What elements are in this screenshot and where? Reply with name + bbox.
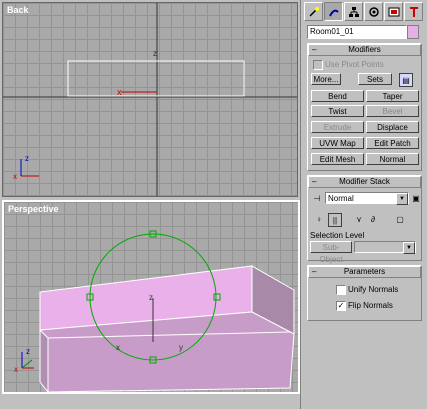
collapse-icon: – [312, 177, 317, 186]
perspective-viewport[interactable]: Perspective z y x x z [2, 200, 300, 394]
parameters-rollout: – Parameters Unify Normals ✓ Flip Normal… [307, 265, 422, 321]
flip-normals-checkbox[interactable]: ✓ [336, 301, 346, 311]
back-viewport-overlay: x z x z [3, 3, 297, 196]
back-tripod-z-label: z [25, 154, 29, 163]
configure-button-sets-icon[interactable]: ▤ [399, 73, 413, 87]
utilities-icon [409, 6, 418, 17]
parameters-rollout-title: Parameters [343, 267, 386, 276]
modifiers-rollout: – Modifiers Use Pivot Points More... Set… [307, 43, 422, 171]
selection-level-label: Selection Level [310, 231, 365, 240]
back-viewport[interactable]: Back x z x z [2, 2, 298, 197]
modifiers-rollout-header[interactable]: – Modifiers [308, 44, 421, 56]
more-button[interactable]: More... [311, 73, 341, 85]
pivot-x-label: x [116, 343, 120, 352]
edit-stack-icon[interactable]: ▢ [394, 213, 406, 225]
back-x-marker: x [117, 87, 122, 97]
modifier-stack-rollout-title: Modifier Stack [339, 177, 390, 186]
display-icon [388, 7, 399, 16]
sub-object-button[interactable]: Sub-Object [310, 241, 352, 264]
command-panel: Room01_01 – Modifiers Use Pivot Points M… [300, 0, 427, 409]
back-tripod-x-label: x [13, 172, 17, 181]
perspective-viewport-overlay: z y x x z [14, 230, 295, 392]
modifier-button-edit-mesh[interactable]: Edit Mesh [311, 153, 364, 165]
modifier-button-normal[interactable]: Normal [366, 153, 419, 165]
modifier-button-displace[interactable]: Displace [366, 121, 419, 133]
unify-normals-checkbox[interactable] [336, 285, 346, 295]
pin-stack-icon[interactable]: ⊣ [311, 192, 323, 204]
collapse-icon: – [312, 267, 317, 276]
collapse-icon: – [312, 45, 317, 54]
pivot-z-label: z [149, 293, 153, 302]
room-box-outline [67, 60, 245, 97]
stack-view-icon[interactable]: ▣ [410, 192, 422, 204]
modifier-stack-current: Normal [328, 194, 354, 203]
create-icon [308, 6, 319, 17]
modifier-button-taper[interactable]: Taper [366, 90, 419, 102]
use-pivot-points-checkbox[interactable] [313, 60, 323, 70]
room-left-wall [39, 328, 49, 392]
object-color-swatch[interactable] [407, 25, 419, 39]
modifier-button-extrude[interactable]: Extrude [311, 121, 364, 133]
modifier-button-bend[interactable]: Bend [311, 90, 364, 102]
remove-modifier-icon[interactable]: ∂ [367, 213, 379, 225]
hierarchy-tab[interactable] [344, 2, 363, 21]
pivot-y-label: y [179, 343, 183, 352]
show-end-result-icon[interactable]: || [328, 213, 342, 227]
create-tab[interactable] [304, 2, 323, 21]
modify-tab[interactable] [324, 2, 343, 21]
modifier-stack-rollout: – Modifier Stack ⊣ Normal ▼ ▣ ♀ || ⋎ ∂ ▢… [307, 175, 422, 264]
parameters-rollout-header[interactable]: – Parameters [308, 266, 421, 278]
use-pivot-points-label: Use Pivot Points [325, 60, 384, 69]
display-tab[interactable] [384, 2, 403, 21]
persp-tripod-x-label: x [14, 365, 18, 374]
motion-tab[interactable] [364, 2, 383, 21]
command-panel-tabs [304, 2, 424, 21]
persp-tripod-y [21, 359, 33, 369]
motion-icon [368, 6, 379, 17]
modifier-button-bevel[interactable]: Bevel [366, 105, 419, 117]
flip-normals-label: Flip Normals [348, 301, 393, 310]
modifier-stack-rollout-header[interactable]: – Modifier Stack [308, 176, 421, 188]
object-name-field[interactable]: Room01_01 [307, 25, 407, 39]
make-unique-icon[interactable]: ⋎ [353, 213, 365, 225]
sets-button[interactable]: Sets [358, 73, 392, 85]
unify-normals-label: Unify Normals [348, 285, 399, 294]
dropdown-arrow-icon: ▼ [403, 242, 415, 254]
sub-object-dropdown[interactable]: ▼ [354, 241, 416, 254]
utilities-tab[interactable] [404, 2, 423, 21]
modifier-button-edit-patch[interactable]: Edit Patch [366, 137, 419, 149]
modify-icon [328, 9, 339, 16]
hierarchy-icon [348, 6, 359, 17]
active-inactive-icon[interactable]: ♀ [313, 213, 325, 225]
back-z-marker: z [153, 49, 157, 58]
modifier-stack-dropdown[interactable]: Normal ▼ [325, 192, 409, 205]
modifier-button-twist[interactable]: Twist [311, 105, 364, 117]
dropdown-arrow-icon: ▼ [396, 193, 408, 205]
persp-tripod-z-label: z [26, 347, 30, 356]
modifiers-rollout-title: Modifiers [348, 45, 381, 54]
modifier-button-uvw-map[interactable]: UVW Map [311, 137, 364, 149]
